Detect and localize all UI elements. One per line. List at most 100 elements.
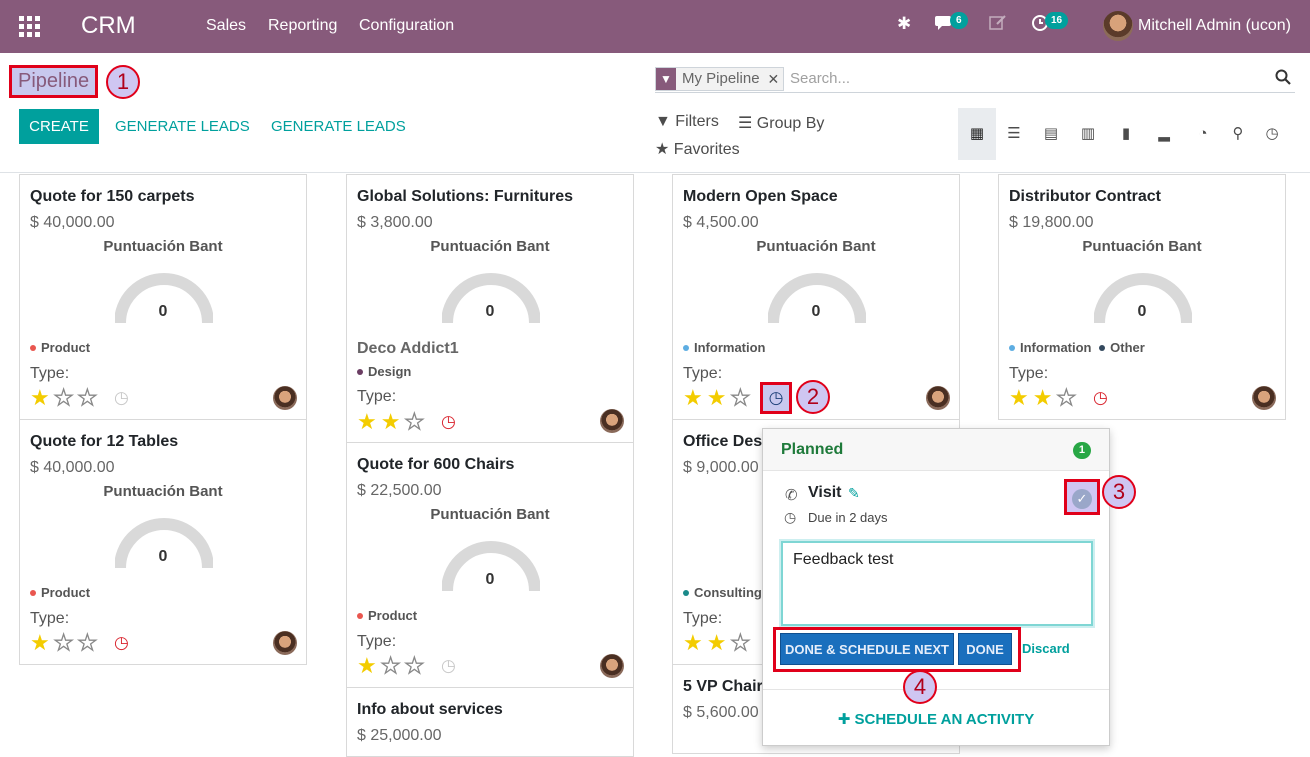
filter-icon: ▼ — [656, 68, 676, 90]
menu-reporting[interactable]: Reporting — [268, 17, 337, 35]
priority-stars[interactable]: ★★★ — [683, 631, 754, 654]
card-amount: $ 3,800.00 — [357, 214, 433, 231]
search-input[interactable]: Search... — [790, 70, 850, 87]
user-avatar[interactable] — [1103, 11, 1133, 41]
activity-clock-icon[interactable]: ◷ — [760, 382, 792, 414]
facet-remove-icon[interactable]: ✕ — [763, 68, 784, 90]
avatar — [600, 654, 624, 678]
popover-header: Planned 1 — [763, 429, 1109, 471]
favorites-toggle[interactable]: ★ Favorites — [655, 139, 740, 159]
dashboard-view-icon[interactable]: ◔ — [1184, 108, 1222, 160]
graph-view-icon[interactable]: ▮ — [1107, 108, 1145, 160]
kanban-card[interactable]: Distributor Contract $ 19,800.00 Puntuac… — [998, 174, 1286, 420]
activity-clock-icon[interactable]: ◷ — [441, 413, 456, 431]
avatar — [273, 631, 297, 655]
bug-icon[interactable]: ✱ — [897, 14, 911, 34]
activity-popover: Planned 1 ✆ Visit ✎ ◷ Due in 2 days ✓ Fe… — [762, 428, 1110, 746]
feedback-textarea[interactable]: Feedback test — [781, 541, 1093, 626]
tag-product: Product — [357, 608, 417, 623]
activity-clock-icon[interactable]: ◷ — [441, 657, 456, 675]
priority-stars[interactable]: ★★★ — [30, 386, 101, 409]
activity-clock-icon[interactable]: ◷ — [114, 389, 129, 407]
generate-leads-button[interactable]: GENERATE LEADS — [115, 118, 250, 135]
done-schedule-next-button[interactable]: DONE & SCHEDULE NEXT — [780, 633, 954, 665]
priority-stars[interactable]: ★★★ — [30, 631, 101, 654]
tag-information: Information — [683, 340, 766, 355]
filters-toggle[interactable]: ▼ Filters — [655, 113, 719, 131]
tag-consulting: Consulting — [683, 585, 762, 600]
priority-stars[interactable]: ★★★ — [1009, 386, 1080, 409]
card-amount: $ 25,000.00 — [357, 727, 442, 744]
avatar — [273, 386, 297, 410]
create-button[interactable]: CREATE — [19, 109, 99, 144]
activity-clock-icon[interactable]: ◷ — [114, 634, 129, 652]
map-view-icon[interactable]: ⚲ — [1219, 108, 1257, 160]
app-brand[interactable]: CRM — [81, 12, 136, 40]
activities-badge: 16 — [1045, 12, 1069, 29]
type-label: Type: — [30, 365, 70, 382]
filters-label: Filters — [675, 113, 719, 130]
priority-stars[interactable]: ★★★ — [683, 386, 754, 409]
generate-leads-button-2[interactable]: GENERATE LEADS — [271, 118, 406, 135]
card-title: Quote for 12 Tables — [30, 433, 179, 450]
search-icon[interactable] — [1275, 69, 1291, 90]
kanban-card[interactable]: Quote for 150 carpets $ 40,000.00 Puntua… — [19, 174, 307, 420]
activity-view-icon[interactable]: ◷ — [1253, 108, 1291, 160]
schedule-activity-button[interactable]: ✚ SCHEDULE AN ACTIVITY — [763, 710, 1109, 728]
gauge-value: 0 — [485, 303, 495, 320]
tag-information: Information Other — [1009, 340, 1145, 355]
card-amount: $ 22,500.00 — [357, 482, 442, 499]
avatar — [926, 386, 950, 410]
pencil-icon[interactable]: ✎ — [848, 485, 860, 502]
group-by-toggle[interactable]: ☰ Group By — [738, 113, 824, 133]
priority-stars[interactable]: ★★★ — [357, 410, 428, 433]
card-title: Quote for 150 carpets — [30, 188, 195, 205]
annotation-marker-4: 4 — [903, 670, 937, 704]
done-button[interactable]: DONE — [958, 633, 1012, 665]
menu-configuration[interactable]: Configuration — [359, 17, 454, 35]
control-panel: Pipeline 1 CREATE GENERATE LEADS GENERAT… — [0, 53, 1310, 173]
edit-note-icon[interactable] — [989, 14, 1007, 37]
calendar-view-icon[interactable]: ▤ — [1032, 108, 1070, 160]
kanban-card[interactable]: Quote for 600 Chairs $ 22,500.00 Puntuac… — [346, 442, 634, 688]
activity-clock-icon[interactable]: ◷ — [1093, 389, 1108, 407]
facet-label: My Pipeline — [676, 68, 764, 90]
mark-done-button[interactable]: ✓ — [1064, 479, 1100, 515]
priority-stars[interactable]: ★★★ — [357, 654, 428, 677]
card-title: Info about services — [357, 701, 503, 718]
pivot-view-icon[interactable]: ▥ — [1069, 108, 1107, 160]
due-text: Due in 2 days — [808, 510, 888, 525]
type-label: Type: — [357, 633, 397, 650]
type-label: Type: — [1009, 365, 1049, 382]
kanban-view-icon[interactable]: ▦ — [958, 108, 996, 160]
user-menu[interactable]: Mitchell Admin (ucon) — [1138, 17, 1291, 35]
group-by-label: Group By — [756, 115, 825, 132]
gauge-label: Puntuación Bant — [1082, 238, 1202, 255]
menu-sales[interactable]: Sales — [206, 17, 246, 35]
type-label: Type: — [30, 610, 70, 627]
check-icon: ✓ — [1072, 489, 1092, 509]
kanban-card[interactable]: Info about services $ 25,000.00 — [346, 687, 634, 757]
apps-menu-icon[interactable] — [19, 16, 41, 38]
list-view-icon[interactable]: ☰ — [995, 108, 1033, 160]
gauge-label: Puntuación Bant — [103, 238, 223, 255]
gauge-value: 0 — [485, 571, 495, 588]
cohort-view-icon[interactable]: ▂ — [1145, 108, 1183, 160]
type-label: Type: — [683, 365, 723, 382]
gauge-label: Puntuación Bant — [103, 483, 223, 500]
messages-badge: 6 — [950, 12, 968, 29]
card-title: Quote for 600 Chairs — [357, 456, 515, 473]
kanban-card[interactable]: Global Solutions: Furnitures $ 3,800.00 … — [346, 174, 634, 443]
avatar — [600, 409, 624, 433]
discard-link[interactable]: Discard — [1022, 641, 1070, 656]
kanban-card[interactable]: Quote for 12 Tables $ 40,000.00 Puntuaci… — [19, 419, 307, 665]
annotation-marker-2: 2 — [796, 380, 830, 414]
card-amount: $ 9,000.00 — [683, 459, 759, 476]
phone-icon: ✆ — [785, 487, 798, 504]
search-bar: ▼ My Pipeline ✕ Search... — [655, 67, 1295, 93]
search-facet: ▼ My Pipeline ✕ — [655, 67, 785, 91]
clock-icon: ◷ — [784, 509, 797, 525]
top-navbar: CRM Sales Reporting Configuration ✱ 6 16… — [0, 0, 1310, 53]
card-title: Distributor Contract — [1009, 188, 1161, 205]
gauge-label: Puntuación Bant — [430, 238, 550, 255]
